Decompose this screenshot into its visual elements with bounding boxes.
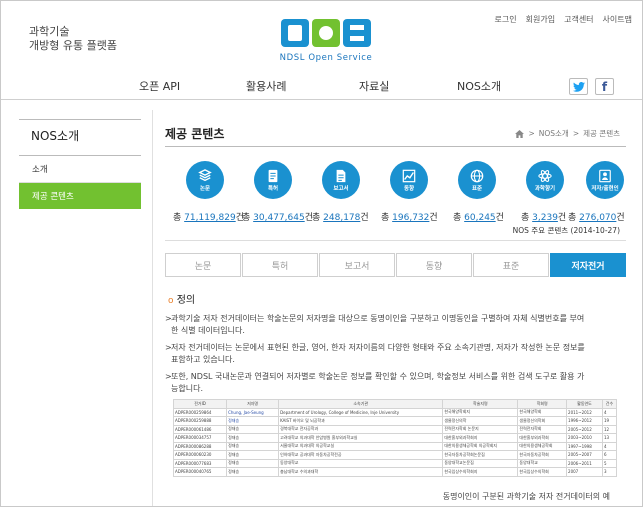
count-patents: 총 30,477,645건 — [242, 213, 313, 223]
tab-authority[interactable]: 저자전거 — [550, 253, 626, 277]
breadcrumb-about[interactable]: NOS소개 — [539, 128, 569, 139]
stat-label: 동향 — [403, 185, 415, 192]
page-title: 제공 콘텐츠 — [165, 127, 225, 141]
gnb-item-about[interactable]: NOS소개 — [457, 78, 501, 94]
breadcrumb-separator: > — [572, 129, 580, 138]
twitter-icon — [572, 81, 585, 92]
lnb-item-intro[interactable]: 소개 — [19, 156, 141, 182]
global-nav: 오픈 API 활용사례 자료실 NOS소개 f — [1, 74, 642, 100]
trend-chart-icon — [402, 169, 416, 182]
content-divider — [152, 110, 153, 506]
tab-patents[interactable]: 특허 — [242, 253, 318, 277]
page-frame: 과학기술 개방형 유통 플랫폼 NDSL Open Service 로그인 회원… — [0, 0, 643, 507]
lnb-title: NOS소개 — [19, 119, 141, 156]
nos-logo[interactable]: NDSL Open Service — [271, 15, 381, 67]
customer-center-link[interactable]: 고객센터 — [564, 14, 593, 25]
lnb-item-contents[interactable]: 제공 콘텐츠 — [19, 183, 141, 209]
stat-patents: 특허 — [241, 161, 305, 199]
section-divider — [165, 240, 626, 241]
atom-icon — [538, 169, 552, 182]
table-row: ADPER000259864 Chung, Jae-Seung Department… — [173, 407, 617, 417]
count-link[interactable]: 196,732 — [392, 213, 429, 223]
count-trends: 총 196,732건 — [381, 213, 438, 223]
nos-contents-date: NOS 주요 콘텐츠 (2014-10-27) — [512, 226, 620, 235]
count-link[interactable]: 248,178 — [323, 213, 360, 223]
section-heading: o 정의 — [168, 295, 196, 306]
stat-authors: 저자/출현인 — [573, 161, 637, 199]
stat-circle: 표준 — [458, 161, 496, 199]
tab-trends[interactable]: 동향 — [396, 253, 472, 277]
count-authors: 총 276,070건 — [568, 213, 625, 223]
stat-papers: 논문 — [173, 161, 237, 199]
table-row: ADPER000086288 정재승 서울대학교 의과대학 의공학교실 대한의용생체공… — [173, 441, 617, 451]
facebook-button[interactable]: f — [595, 78, 614, 95]
definition-paragraph: > 또한, NDSL 국내논문과 연결되어 저자별로 학술논문 정보를 확인할 … — [165, 372, 585, 393]
stat-label: 과학향기 — [534, 185, 556, 192]
count-link[interactable]: 3,239 — [532, 213, 558, 223]
stat-circle: 저자/출현인 — [586, 161, 624, 199]
facebook-icon: f — [601, 79, 608, 94]
table-row: ADPER000259888 정재승 KAIST 바이오 및 뇌공학과 생물정신의학 생… — [173, 416, 617, 426]
stat-circle: 논문 — [186, 161, 224, 199]
table-row: ADPER000034757 정재승 고려대학교 의과대학 안암병원 흉부외과학교실… — [173, 433, 617, 443]
signup-link[interactable]: 회원가입 — [526, 14, 555, 25]
breadcrumb: > NOS소개 > 제공 콘텐츠 — [515, 128, 620, 139]
stat-label: 보고서 — [333, 185, 349, 192]
report-icon — [336, 169, 346, 182]
count-link[interactable]: 71,119,829 — [184, 213, 236, 223]
gnb-item-use-cases[interactable]: 활용사례 — [246, 78, 286, 94]
stat-label: 표준 — [471, 185, 483, 192]
stat-circle: 동향 — [390, 161, 428, 199]
title-underline — [165, 146, 626, 147]
breadcrumb-separator: > — [528, 129, 535, 138]
definition-paragraph: > 저자 전거데이터는 논문에서 표현된 한글, 영어, 한자 저자이름의 다양… — [165, 343, 585, 364]
authority-example-image: 전거ID 저자명 소속기관 학술지명 학회명 활동연도 건수 ADPER000259864 C… — [173, 399, 617, 491]
books-icon — [198, 168, 212, 181]
table-row: ADPER000060230 정재승 인하대학교 공과대학 자동차공학전공 한국자동차… — [173, 450, 617, 460]
table-row: ADPER000077683 정재승 동양대학교 동양대학교논문집 동양대학교 2006~… — [173, 458, 617, 468]
table-header-row: 전거ID 저자명 소속기관 학술지명 학회명 활동연도 건수 — [173, 399, 617, 409]
authority-table: 전거ID 저자명 소속기관 학술지명 학회명 활동연도 건수 ADPER000259864 C… — [173, 399, 617, 477]
count-science-scent: 총 3,239건 — [521, 213, 567, 223]
table-row: ADPER000061486 정재승 경북대학교 전자공학과 전력전자학회 논문지 전력… — [173, 424, 617, 434]
stat-label: 특허 — [267, 185, 279, 192]
home-icon[interactable] — [515, 129, 525, 138]
stat-trends: 동향 — [377, 161, 441, 199]
count-reports: 총 248,178건 — [312, 213, 369, 223]
tab-standards[interactable]: 표준 — [473, 253, 549, 277]
count-standards: 총 60,245건 — [453, 213, 504, 223]
sitemap-link[interactable]: 사이트맵 — [603, 14, 632, 25]
stat-circle: 특허 — [254, 161, 292, 199]
count-link[interactable]: 60,245 — [464, 213, 496, 223]
site-title[interactable]: 과학기술 개방형 유통 플랫폼 — [29, 25, 117, 53]
utility-links: 로그인 회원가입 고객센터 사이트맵 — [495, 14, 632, 25]
stat-circle: 보고서 — [322, 161, 360, 199]
stat-reports: 보고서 — [309, 161, 373, 199]
gnb-item-open-api[interactable]: 오픈 API — [139, 78, 180, 94]
login-link[interactable]: 로그인 — [495, 14, 517, 25]
stat-circle: 과학향기 — [526, 161, 564, 199]
stat-standards: 표준 — [445, 161, 509, 199]
stat-label: 논문 — [199, 185, 211, 192]
gnb-item-resources[interactable]: 자료실 — [359, 78, 389, 94]
count-papers: 총 71,119,829건 — [173, 213, 244, 223]
tab-reports[interactable]: 보고서 — [319, 253, 395, 277]
nos-logo-mark: NDSL Open Service — [280, 19, 373, 63]
content-tabs: 논문 특허 보고서 동향 표준 저자전거 — [165, 253, 626, 277]
table-caption: 동명이인이 구분된 과학기술 저자 전거데이터의 예 — [438, 491, 610, 502]
table-row: ADPER000040765 정재승 충남대학교 수의과대학 한국임상수의학회지 한국임… — [173, 467, 617, 477]
breadcrumb-contents[interactable]: 제공 콘텐츠 — [583, 128, 620, 139]
definition-paragraph: > 과학기술 저자 전거데이터는 학술논문의 저자명을 대상으로 동명이인을 구… — [165, 314, 585, 335]
count-link[interactable]: 30,477,645 — [253, 213, 305, 223]
stat-science-scent: 과학향기 — [513, 161, 577, 199]
section-bullet: o — [168, 296, 174, 306]
count-link[interactable]: 276,070 — [579, 213, 616, 223]
logo-subtitle: NDSL Open Service — [280, 53, 373, 63]
patent-document-icon — [268, 169, 278, 182]
globe-icon — [470, 169, 484, 182]
tab-papers[interactable]: 논문 — [165, 253, 241, 277]
twitter-button[interactable] — [569, 78, 588, 95]
author-profile-icon — [599, 169, 611, 182]
stat-label: 저자/출현인 — [591, 185, 619, 192]
